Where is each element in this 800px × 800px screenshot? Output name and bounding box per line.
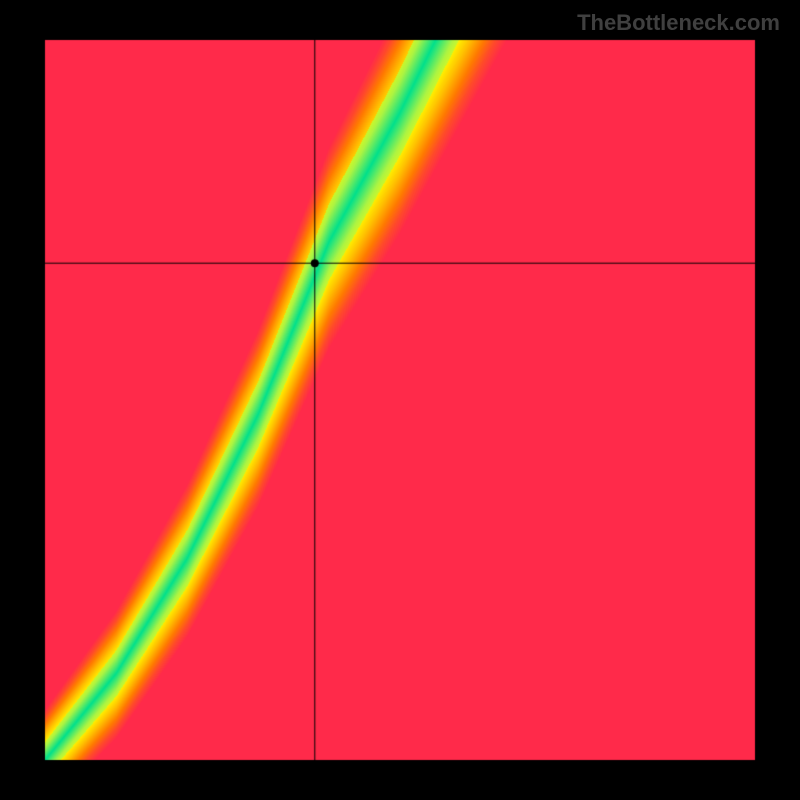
watermark-text: TheBottleneck.com — [577, 10, 780, 36]
bottleneck-heatmap — [0, 0, 800, 800]
